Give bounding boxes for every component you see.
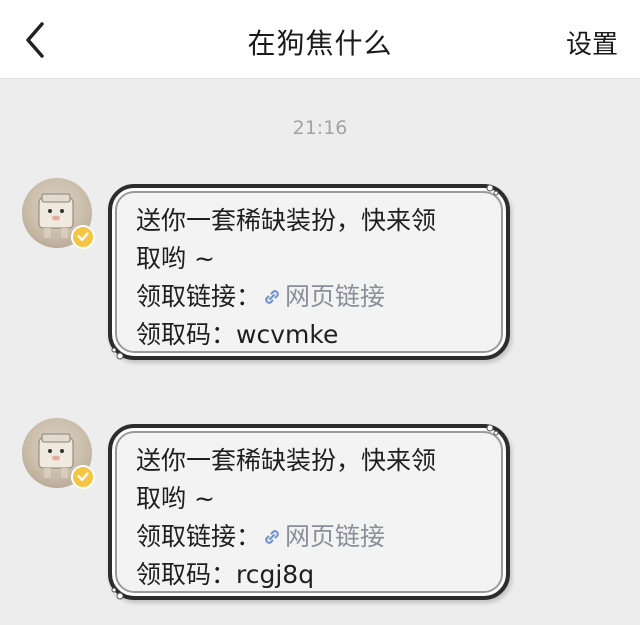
avatar[interactable] <box>22 418 95 489</box>
code-row: 领取码：wcvmke <box>136 316 496 354</box>
chat-title: 在狗焦什么 <box>247 27 393 60</box>
message-bubble[interactable]: 送你一套稀缺装扮，快来领 取哟 ~ 领取链接： 网页链接 领取码：wcvmke <box>108 184 510 360</box>
message-bubble[interactable]: 送你一套稀缺装扮，快来领 取哟 ~ 领取链接： 网页链接 领取码：rcgj8q <box>108 424 510 600</box>
web-link-text: 网页链接 <box>285 522 386 551</box>
sparkle-icon <box>486 424 499 436</box>
sparkle-icon <box>111 347 124 360</box>
message-text: 送你一套稀缺装扮，快来领 取哟 ~ 领取链接： 网页链接 领取码：rcgj8q <box>136 442 496 594</box>
message-line: 送你一套稀缺装扮，快来领 <box>136 446 437 475</box>
link-row: 领取链接： 网页链接 <box>136 518 496 556</box>
message-text: 送你一套稀缺装扮，快来领 取哟 ~ 领取链接： 网页链接 领取码：wcvmke <box>136 202 496 354</box>
code-label: 领取码： <box>136 560 237 589</box>
redeem-code: rcgj8q <box>236 560 315 589</box>
settings-button[interactable]: 设置 <box>566 24 618 61</box>
code-row: 领取码：rcgj8q <box>136 556 496 594</box>
code-label: 领取码： <box>136 320 237 349</box>
link-row: 领取链接： 网页链接 <box>136 278 496 316</box>
web-link-text: 网页链接 <box>285 282 386 311</box>
sparkle-icon <box>111 587 124 600</box>
sparkle-icon <box>486 184 499 196</box>
top-bar: 在狗焦什么 设置 <box>0 0 640 79</box>
link-label: 领取链接： <box>136 522 262 551</box>
link-icon <box>265 530 279 544</box>
message-timestamp: 21:16 <box>292 117 348 139</box>
message-line: 取哟 ~ <box>136 484 215 513</box>
verified-badge-icon <box>71 225 95 249</box>
web-link[interactable]: 网页链接 <box>261 282 385 311</box>
avatar[interactable] <box>22 178 95 249</box>
message-line: 送你一套稀缺装扮，快来领 <box>136 206 437 235</box>
message-line: 取哟 ~ <box>136 244 215 273</box>
link-label: 领取链接： <box>136 282 262 311</box>
redeem-code: wcvmke <box>236 320 339 349</box>
link-icon <box>265 290 279 304</box>
web-link[interactable]: 网页链接 <box>261 522 385 551</box>
verified-badge-icon <box>71 465 95 489</box>
